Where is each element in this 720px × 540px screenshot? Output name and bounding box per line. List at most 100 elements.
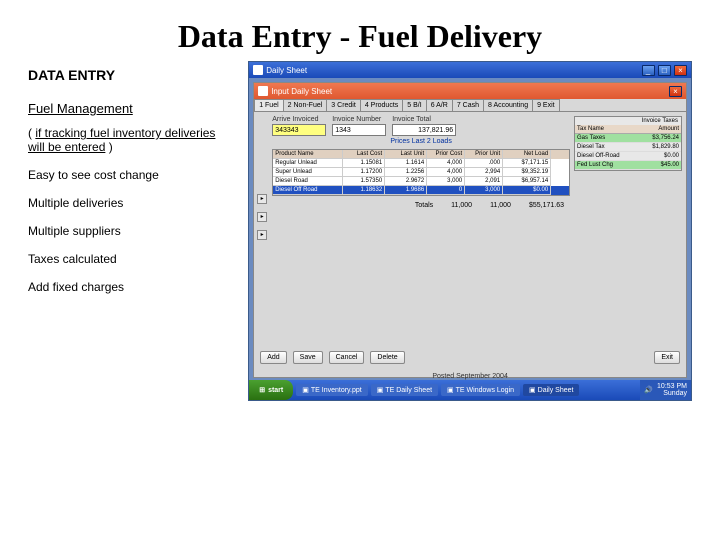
totals-v3: $55,171.63: [529, 202, 564, 209]
close-button[interactable]: ×: [674, 65, 687, 76]
invoice-taxes-panel: Invoice Taxes Tax NameAmount Gas Taxes$3…: [574, 116, 682, 171]
dialog-titlebar[interactable]: Input Daily Sheet ×: [254, 83, 686, 99]
totals-v1: 11,000: [451, 202, 472, 209]
col-priorunit[interactable]: Prior Unit: [465, 150, 503, 159]
task-item[interactable]: ▣TE Windows Login: [441, 384, 520, 396]
delete-button[interactable]: Delete: [370, 351, 404, 364]
cell[interactable]: 1.9686: [385, 186, 427, 195]
cell[interactable]: 1.17200: [343, 168, 385, 177]
arrive-input[interactable]: [272, 124, 326, 136]
totals-label: Totals: [415, 202, 433, 209]
task-item[interactable]: ▣TE Inventory.ppt: [296, 384, 367, 396]
cell[interactable]: 4,000: [427, 168, 465, 177]
save-button[interactable]: Save: [293, 351, 323, 364]
cell[interactable]: 3,000: [427, 177, 465, 186]
add-button[interactable]: Add: [260, 351, 286, 364]
tab-fuel[interactable]: 1 Fuel: [254, 99, 283, 111]
tool-icon[interactable]: ▸: [257, 212, 267, 222]
tab-nonfuel[interactable]: 2 Non-Fuel: [283, 99, 328, 111]
col-lastcost[interactable]: Last Cost: [343, 150, 385, 159]
arrive-label: Arrive Invoiced: [272, 116, 326, 123]
invno-label: Invoice Number: [332, 116, 386, 123]
dialog-icon: [258, 86, 268, 96]
totals-v2: 11,000: [490, 202, 511, 209]
ppt-icon: ▣: [377, 386, 384, 394]
dialog-window: Input Daily Sheet × 1 Fuel 2 Non-Fuel 3 …: [253, 82, 687, 378]
section-note: ( if tracking fuel inventory deliveries …: [28, 126, 234, 154]
clock-day: Sunday: [657, 390, 687, 397]
cell[interactable]: 1.1614: [385, 159, 427, 168]
cancel-button[interactable]: Cancel: [329, 351, 365, 364]
tab-exit[interactable]: 9 Exit: [532, 99, 560, 111]
bullet: Easy to see cost change: [28, 168, 234, 182]
cell[interactable]: 2.9672: [385, 177, 427, 186]
start-button[interactable]: ⊞ start: [249, 380, 293, 400]
tool-icon[interactable]: ▸: [257, 194, 267, 204]
grid-title: Prices Last 2 Loads: [272, 138, 570, 145]
bullet: Taxes calculated: [28, 252, 234, 266]
tab-credit[interactable]: 3 Credit: [326, 99, 361, 111]
slide-text: DATA ENTRY Fuel Management ( if tracking…: [28, 61, 234, 401]
cell[interactable]: 1.15081: [343, 159, 385, 168]
task-item-active[interactable]: ▣Daily Sheet: [523, 384, 579, 396]
app-window: Daily Sheet _ □ × Input Daily Sheet × 1 …: [248, 61, 692, 401]
cell[interactable]: 1.57350: [343, 177, 385, 186]
invtot-input[interactable]: [392, 124, 456, 136]
tax-name: Diesel Tax: [575, 143, 632, 151]
side-toolbar: ▸ ▸ ▸: [257, 194, 267, 240]
tax-name: Diesel Off-Road: [575, 152, 632, 160]
cell[interactable]: 2,091: [465, 177, 503, 186]
cell[interactable]: $7,171.15: [503, 159, 551, 168]
cell[interactable]: 4,000: [427, 159, 465, 168]
tool-icon[interactable]: ▸: [257, 230, 267, 240]
bullet: Multiple deliveries: [28, 196, 234, 210]
cell[interactable]: .000: [465, 159, 503, 168]
tray-icon[interactable]: 🔊: [644, 386, 653, 394]
tab-bi[interactable]: 5 B/I: [402, 99, 426, 111]
bullet: Add fixed charges: [28, 280, 234, 294]
cell[interactable]: Diesel Road: [273, 177, 343, 186]
cell[interactable]: Regular Unlead: [273, 159, 343, 168]
tax-amt: $1,829.80: [632, 143, 681, 151]
window-controls: _ □ ×: [641, 65, 687, 76]
tab-products[interactable]: 4 Products: [360, 99, 403, 111]
maximize-button[interactable]: □: [658, 65, 671, 76]
task-item[interactable]: ▣TE Daily Sheet: [371, 384, 438, 396]
clock: 10:53 PM: [657, 383, 687, 390]
cell[interactable]: $0.00: [503, 186, 551, 195]
tab-accounting[interactable]: 8 Accounting: [483, 99, 533, 111]
dialog-title: Input Daily Sheet: [271, 87, 332, 96]
taskbar[interactable]: ⊞ start ▣TE Inventory.ppt ▣TE Daily Shee…: [249, 380, 691, 400]
outer-titlebar[interactable]: Daily Sheet _ □ ×: [249, 62, 691, 78]
col-product[interactable]: Product Name: [273, 150, 343, 159]
col-netload[interactable]: Net Load: [503, 150, 551, 159]
minimize-button[interactable]: _: [642, 65, 655, 76]
button-row: Add Save Cancel Delete Exit: [260, 351, 680, 364]
app-icon: ▣: [529, 386, 536, 394]
cell[interactable]: 2,994: [465, 168, 503, 177]
tax-name: Gas Taxes: [575, 134, 632, 142]
cell[interactable]: 0: [427, 186, 465, 195]
tab-cash[interactable]: 7 Cash: [452, 99, 484, 111]
tax-amt: $3,756.24: [632, 134, 681, 142]
col-lastunit[interactable]: Last Unit: [385, 150, 427, 159]
totals-row: Totals 11,000 11,000 $55,171.63: [258, 202, 564, 209]
invno-input[interactable]: [332, 124, 386, 136]
cell[interactable]: $9,352.19: [503, 168, 551, 177]
taxes-title: Invoice Taxes: [575, 117, 681, 125]
system-tray[interactable]: 🔊 10:53 PM Sunday: [640, 380, 691, 400]
cell[interactable]: Super Unlead: [273, 168, 343, 177]
col-priorcost[interactable]: Prior Cost: [427, 150, 465, 159]
product-grid[interactable]: Product Name Last Cost Last Unit Prior C…: [272, 149, 570, 196]
cell[interactable]: 1.18632: [343, 186, 385, 195]
cell[interactable]: 1.2256: [385, 168, 427, 177]
dialog-close-button[interactable]: ×: [669, 86, 682, 97]
tab-strip: 1 Fuel 2 Non-Fuel 3 Credit 4 Products 5 …: [254, 99, 686, 112]
tax-hd-name: Tax Name: [575, 125, 632, 133]
cell[interactable]: Diesel Off Road: [273, 186, 343, 195]
cell[interactable]: 3,000: [465, 186, 503, 195]
cell[interactable]: $6,957.14: [503, 177, 551, 186]
exit-button[interactable]: Exit: [654, 351, 680, 364]
windows-icon: ⊞: [259, 386, 265, 394]
tab-ar[interactable]: 6 A/R: [426, 99, 453, 111]
